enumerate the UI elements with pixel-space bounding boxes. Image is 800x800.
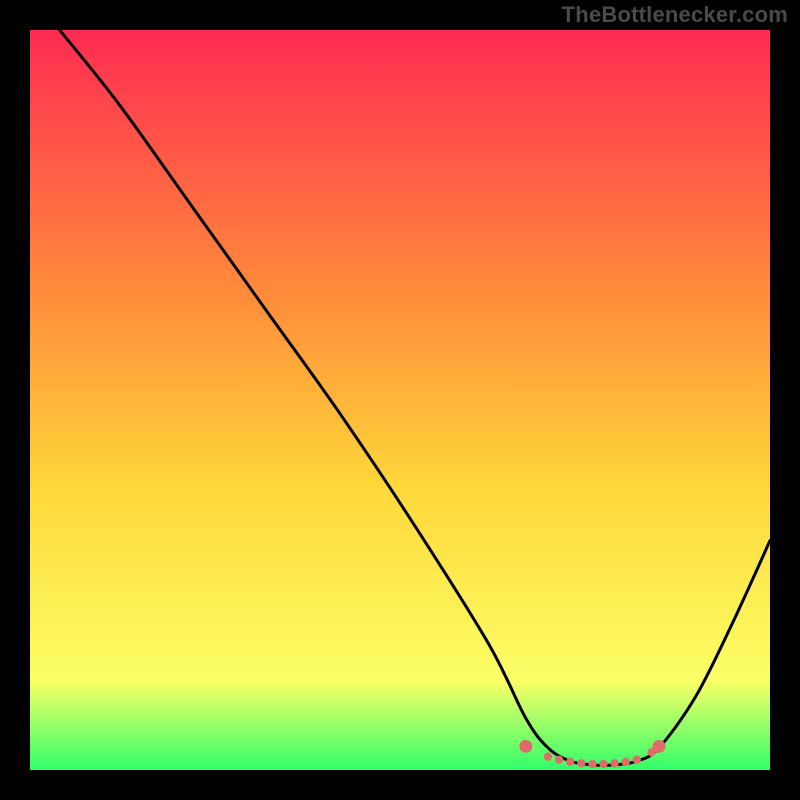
plot-area bbox=[30, 30, 770, 770]
sweet-spot-marker bbox=[622, 758, 630, 766]
attribution-text: TheBottlenecker.com bbox=[562, 2, 788, 28]
chart-stage: TheBottlenecker.com bbox=[0, 0, 800, 800]
sweet-spot-marker bbox=[519, 740, 532, 753]
sweet-spot-marker bbox=[577, 759, 585, 767]
sweet-spot-marker bbox=[566, 758, 574, 766]
sweet-spot-marker bbox=[610, 759, 618, 767]
sweet-spot-marker bbox=[599, 760, 607, 768]
chart-svg bbox=[30, 30, 770, 770]
sweet-spot-marker bbox=[555, 755, 563, 763]
sweet-spot-marker bbox=[653, 740, 666, 753]
gradient-background bbox=[30, 30, 770, 770]
sweet-spot-marker bbox=[544, 752, 552, 760]
sweet-spot-marker bbox=[588, 760, 596, 768]
sweet-spot-marker bbox=[633, 755, 641, 763]
